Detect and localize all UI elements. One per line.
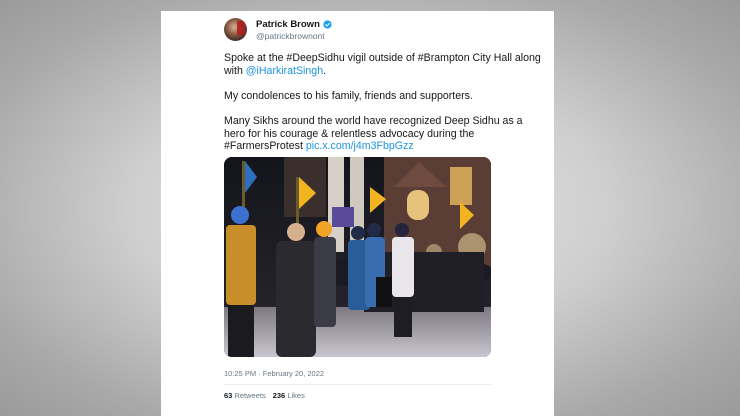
author-avatar[interactable]	[224, 18, 247, 41]
verified-badge-icon	[323, 20, 332, 29]
retweets-count: 63	[224, 391, 233, 400]
author-handle[interactable]: @patrickbrownont	[256, 31, 325, 41]
likes-stat[interactable]: 236 Likes	[273, 391, 305, 400]
author-name-row: Patrick Brown	[256, 19, 332, 30]
likes-count: 236	[272, 391, 286, 400]
tweet-timestamp[interactable]: 10:25 PM · February 20, 2022	[224, 369, 324, 378]
stats-divider	[224, 384, 491, 385]
tweet-text: Spoke at the #DeepSidhu vigil outside of…	[224, 52, 544, 165]
tweet-card: Patrick Brown @patrickbrownont Spoke at …	[161, 11, 554, 416]
likes-label: Likes	[287, 391, 305, 400]
tweet-paragraph: Many Sikhs around the world have recogni…	[224, 115, 544, 153]
tweet-link[interactable]: pic.x.com/j4m3FbpGzz	[306, 140, 414, 152]
retweets-label: Retweets	[234, 391, 266, 400]
retweets-stat[interactable]: 63 Retweets	[224, 391, 266, 400]
tweet-text-segment: My condolences to his family, friends an…	[224, 89, 473, 102]
tweet-paragraph: My condolences to his family, friends an…	[224, 90, 544, 103]
tweet-photo[interactable]	[224, 157, 491, 357]
vigil-photo-illustration	[224, 157, 491, 357]
tweet-paragraph: Spoke at the #DeepSidhu vigil outside of…	[224, 52, 544, 77]
author-display-name[interactable]: Patrick Brown	[256, 19, 320, 30]
tweet-text-segment: .	[323, 64, 327, 77]
tweet-stats: 63 Retweets 236 Likes	[224, 391, 305, 400]
tweet-link[interactable]: @iHarkiratSingh	[246, 65, 323, 77]
